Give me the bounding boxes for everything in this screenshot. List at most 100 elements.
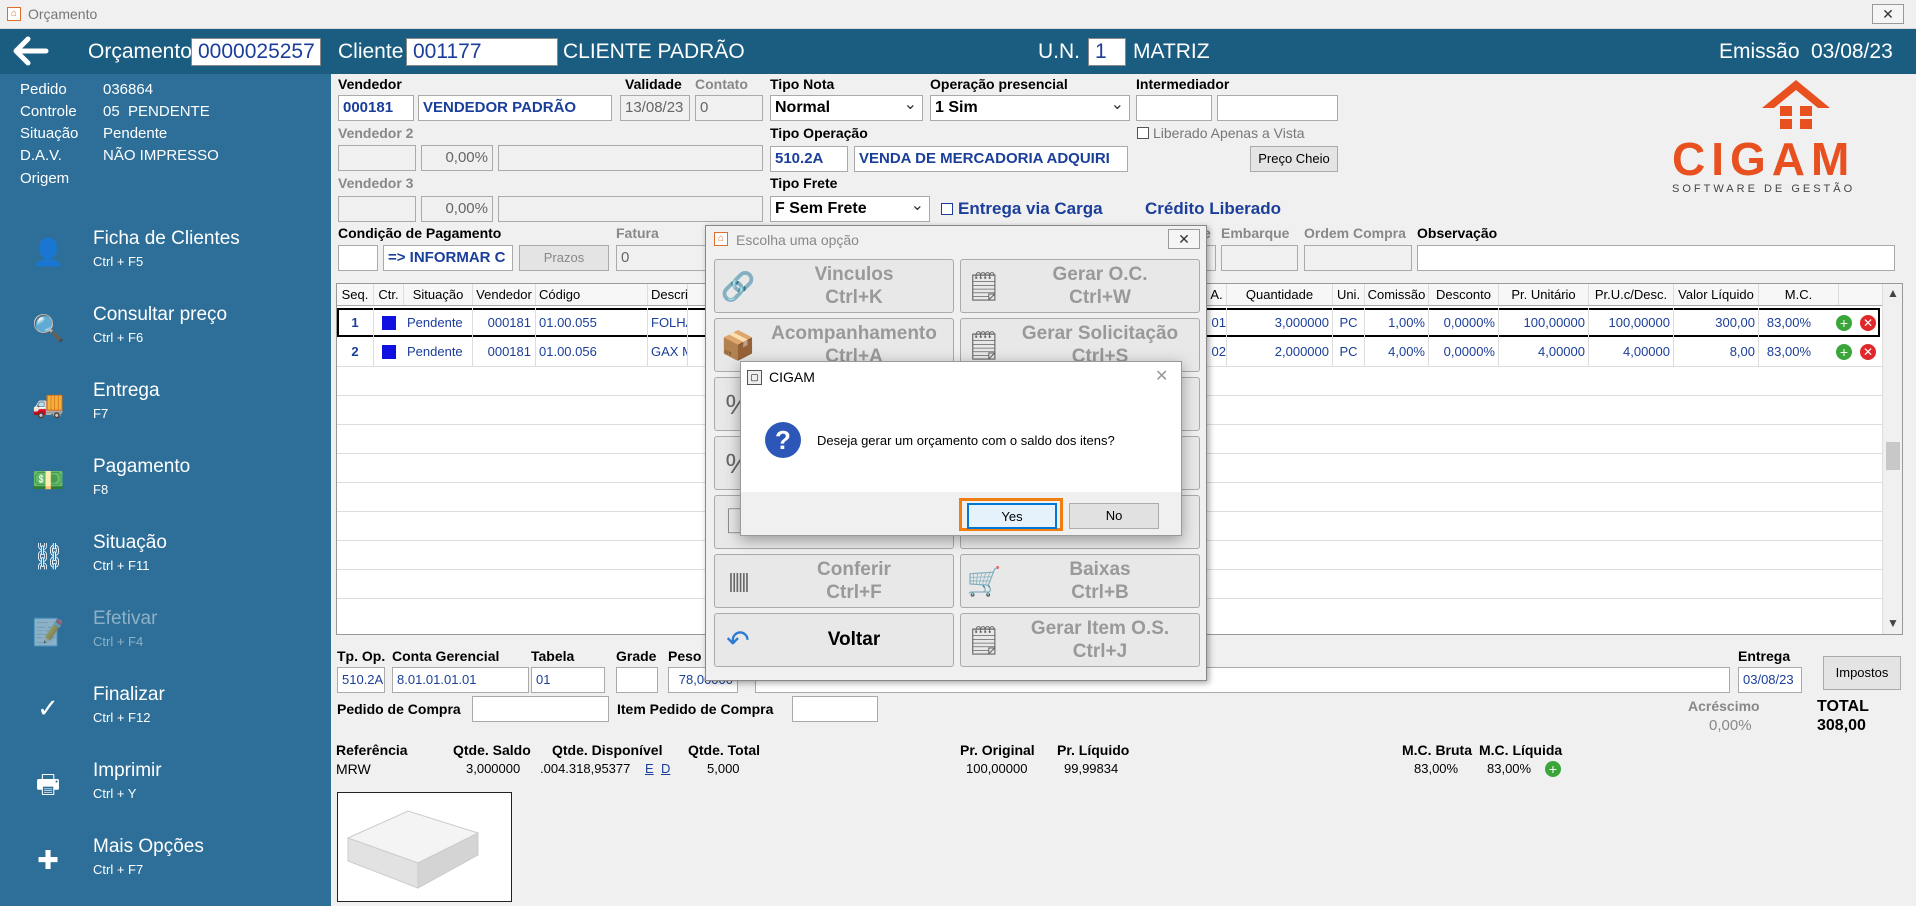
window-close-button[interactable]: ✕ bbox=[1872, 4, 1904, 24]
nav-shortcut: F8 bbox=[93, 482, 109, 497]
nav-shortcut: Ctrl + F7 bbox=[93, 862, 144, 877]
cond-pag-desc-field[interactable]: => INFORMAR C bbox=[383, 245, 513, 271]
tipo-operacao-code-field[interactable]: 510.2A bbox=[770, 146, 848, 172]
nav-finalizar[interactable]: ✓ Finalizar Ctrl + F12 bbox=[0, 676, 331, 746]
btn-shortcut: Ctrl+W bbox=[1069, 287, 1131, 308]
preco-cheio-button[interactable]: Preço Cheio bbox=[1250, 146, 1338, 172]
dialog-close-icon[interactable]: ✕ bbox=[1155, 366, 1168, 386]
un-label: U.N. bbox=[1038, 40, 1080, 63]
nav-entrega[interactable]: 🚚 Entrega F7 bbox=[0, 372, 331, 442]
qtde-total-label: Qtde. Total bbox=[688, 742, 761, 758]
vendedor-code-field[interactable]: 000181 bbox=[338, 95, 414, 121]
delete-circle-icon[interactable]: ✕ bbox=[1860, 315, 1876, 331]
validade-label: Validade bbox=[625, 76, 682, 92]
contato-field[interactable]: 0 bbox=[695, 95, 763, 121]
validade-field[interactable]: 13/08/23 bbox=[620, 95, 690, 121]
plus-icon: ✚ bbox=[37, 845, 59, 875]
nav-pagamento[interactable]: 💵 Pagamento F8 bbox=[0, 448, 331, 518]
btn-label: Gerar Item O.S. bbox=[1030, 618, 1170, 639]
conta-gerencial-field[interactable]: 8.01.01.01.01 bbox=[392, 667, 529, 693]
grade-field[interactable] bbox=[616, 667, 658, 693]
entrega-carga-checkbox[interactable] bbox=[941, 203, 953, 215]
vendedor3-pct-field[interactable]: 0,00% bbox=[421, 196, 493, 222]
tipo-nota-select[interactable]: Normal bbox=[770, 93, 923, 121]
options-close-button[interactable]: ✕ bbox=[1168, 229, 1200, 249]
document-edit-icon: 📝 bbox=[32, 617, 65, 647]
item-pedido-field[interactable] bbox=[792, 696, 878, 722]
btn-label: Acompanhamento bbox=[771, 323, 937, 344]
back-arrow-icon[interactable] bbox=[10, 35, 50, 67]
gerar-item-os-button[interactable]: 🗒 Gerar Item O.S. Ctrl+J bbox=[960, 613, 1200, 667]
conferir-button[interactable]: |||||| Conferir Ctrl+F bbox=[714, 554, 954, 608]
nav-ficha-clientes[interactable]: 👤 Ficha de Clientes Ctrl + F5 bbox=[0, 220, 331, 290]
yes-button[interactable]: Yes bbox=[967, 503, 1057, 529]
grid-scrollbar[interactable]: ▲ ▼ bbox=[1882, 284, 1902, 634]
vendedor2-pct-field[interactable]: 0,00% bbox=[421, 145, 493, 171]
liberado-checkbox[interactable] bbox=[1137, 127, 1149, 139]
cliente-code-field[interactable]: 001177 bbox=[406, 38, 558, 66]
col-header-situacao[interactable]: Situação bbox=[404, 284, 473, 305]
add-circle-icon[interactable]: + bbox=[1836, 315, 1852, 331]
vendedor3-code-field[interactable] bbox=[338, 196, 416, 222]
prazos-button[interactable]: Prazos bbox=[519, 245, 609, 271]
nav-situacao[interactable]: ⛓ Situação Ctrl + F11 bbox=[0, 524, 331, 594]
fatura-field[interactable]: 0 bbox=[616, 245, 706, 271]
estoque-d-link[interactable]: D bbox=[661, 761, 670, 776]
vendedor3-name-field[interactable] bbox=[498, 196, 763, 222]
emissao-label: Emissão bbox=[1719, 40, 1800, 63]
col-header-mc[interactable]: M.C. bbox=[1759, 284, 1839, 305]
intermediador-code-field[interactable] bbox=[1136, 95, 1212, 121]
baixas-button[interactable]: 🛒 Baixas Ctrl+B bbox=[960, 554, 1200, 608]
partial-field[interactable] bbox=[1206, 245, 1216, 271]
btn-label: Gerar O.C. bbox=[1052, 264, 1148, 285]
op-presencial-select[interactable]: 1 Sim bbox=[930, 93, 1130, 121]
add-circle-icon[interactable]: + bbox=[1836, 344, 1852, 360]
impostos-button[interactable]: Impostos bbox=[1823, 656, 1901, 690]
col-header-vendedor[interactable]: Vendedor bbox=[473, 284, 536, 305]
col-header-a[interactable]: A. bbox=[1207, 284, 1227, 305]
delete-circle-icon[interactable]: ✕ bbox=[1860, 344, 1876, 360]
orcamento-number-field[interactable]: 0000025257 bbox=[191, 38, 321, 66]
col-header-codigo[interactable]: Código bbox=[536, 284, 648, 305]
col-header-ctr[interactable]: Ctr. bbox=[374, 284, 404, 305]
col-header-uni[interactable]: Uni. bbox=[1333, 284, 1365, 305]
nav-mais-opcoes[interactable]: ✚ Mais Opções Ctrl + F7 bbox=[0, 828, 331, 898]
col-header-quantidade[interactable]: Quantidade bbox=[1227, 284, 1333, 305]
tipo-frete-select[interactable]: F Sem Frete bbox=[770, 194, 930, 222]
no-button[interactable]: No bbox=[1069, 503, 1159, 529]
ordem-compra-field[interactable] bbox=[1304, 245, 1412, 271]
dialog-title: CIGAM bbox=[769, 369, 815, 385]
nav-label: Ficha de Clientes bbox=[93, 228, 240, 249]
intermediador-name-field[interactable] bbox=[1217, 95, 1338, 121]
btn-shortcut: Ctrl+J bbox=[1072, 641, 1128, 662]
gerar-oc-button[interactable]: 🗒 Gerar O.C. Ctrl+W bbox=[960, 259, 1200, 313]
col-header-comissao[interactable]: Comissão bbox=[1365, 284, 1429, 305]
col-header-seq[interactable]: Seq. bbox=[337, 284, 374, 305]
col-header-pr-unitario[interactable]: Pr. Unitário bbox=[1499, 284, 1589, 305]
observacao-field[interactable] bbox=[1417, 245, 1895, 271]
col-header-desconto[interactable]: Desconto bbox=[1429, 284, 1499, 305]
vinculos-button[interactable]: 🔗 Vinculos Ctrl+K bbox=[714, 259, 954, 313]
pedido-compra-field[interactable] bbox=[472, 696, 609, 722]
tabela-field[interactable]: 01 bbox=[531, 667, 605, 693]
tipo-operacao-desc-field[interactable]: VENDA DE MERCADORIA ADQUIRI bbox=[854, 146, 1128, 172]
col-header-pr-uc-desc[interactable]: Pr.U.c/Desc. bbox=[1589, 284, 1674, 305]
nav-consultar-preco[interactable]: 🔍 Consultar preço Ctrl + F6 bbox=[0, 296, 331, 366]
vendedor2-code-field[interactable] bbox=[338, 145, 416, 171]
voltar-button[interactable]: ↶ Voltar bbox=[714, 613, 954, 667]
cond-pag-code-field[interactable] bbox=[338, 245, 378, 271]
scroll-down-icon[interactable]: ▼ bbox=[1887, 616, 1899, 630]
un-field[interactable]: 1 bbox=[1088, 38, 1126, 66]
col-header-descricao[interactable]: Descri bbox=[648, 284, 688, 305]
scroll-up-icon[interactable]: ▲ bbox=[1887, 286, 1899, 300]
vendedor-name-field[interactable]: VENDEDOR PADRÃO bbox=[418, 95, 612, 121]
vendedor2-name-field[interactable] bbox=[498, 145, 763, 171]
scroll-thumb[interactable] bbox=[1886, 442, 1900, 470]
entrega-field[interactable]: 03/08/23 bbox=[1738, 667, 1802, 693]
estoque-e-link[interactable]: E bbox=[645, 761, 654, 776]
add-circle-icon[interactable]: + bbox=[1545, 761, 1561, 777]
embarque-field[interactable] bbox=[1221, 245, 1298, 271]
tp-op-field[interactable]: 510.2A bbox=[337, 667, 385, 693]
col-header-valor-liquido[interactable]: Valor Líquido bbox=[1674, 284, 1759, 305]
nav-imprimir[interactable]: 🖶 Imprimir Ctrl + Y bbox=[0, 752, 331, 822]
